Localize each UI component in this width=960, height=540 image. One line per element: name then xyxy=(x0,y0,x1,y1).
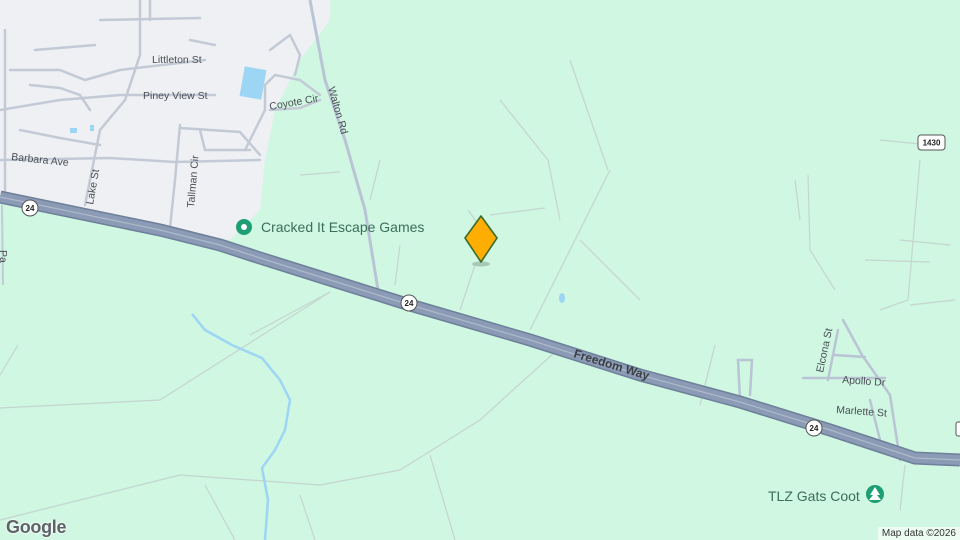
route-shield-24-west: 24 xyxy=(21,199,39,217)
edge-shield xyxy=(955,421,960,437)
street-label-walton: Walton Rd xyxy=(325,86,350,136)
street-label-apollo: Apollo Dr xyxy=(842,374,886,389)
small-pond xyxy=(90,125,94,131)
poi-label-tlz: TLZ Gats Coot xyxy=(768,488,860,504)
poi-cracked-it-escape-games[interactable]: Cracked It Escape Games xyxy=(236,219,424,235)
svg-text:24: 24 xyxy=(405,299,414,308)
street-label-marlette: Marlette St xyxy=(836,404,888,420)
route-shield-24-east: 24 xyxy=(805,419,823,437)
street-label-elcona: Elcona St xyxy=(814,327,835,374)
svg-text:24: 24 xyxy=(810,424,819,433)
google-logo: Google xyxy=(6,517,67,537)
poi-tlz-gats-coot[interactable]: TLZ Gats Coot xyxy=(768,485,884,504)
small-pond xyxy=(559,293,565,303)
walton-road xyxy=(308,0,380,291)
street-label-littleton: Littleton St xyxy=(152,54,202,66)
route-shield-24-mid: 24 xyxy=(400,294,418,312)
street-label-partial: Pa xyxy=(0,250,9,263)
map-attribution[interactable]: Map data ©2026 xyxy=(877,527,960,540)
svg-text:1430: 1430 xyxy=(923,139,941,148)
marker-icon xyxy=(464,215,498,263)
map-canvas[interactable]: Littleton St Piney View St Coyote Cir Wa… xyxy=(0,0,960,540)
route-shield-1430: 1430 xyxy=(917,134,946,151)
street-label-piney-view: Piney View St xyxy=(143,90,208,102)
location-marker[interactable] xyxy=(464,215,498,267)
street-label-freedom-way: Freedom Way xyxy=(572,346,651,382)
west-road xyxy=(1,204,4,286)
creek xyxy=(191,313,292,540)
map-layer: Littleton St Piney View St Coyote Cir Wa… xyxy=(0,0,960,540)
svg-text:24: 24 xyxy=(26,204,35,213)
small-pond xyxy=(70,128,77,133)
poi-label-cracked-it: Cracked It Escape Games xyxy=(261,219,424,235)
